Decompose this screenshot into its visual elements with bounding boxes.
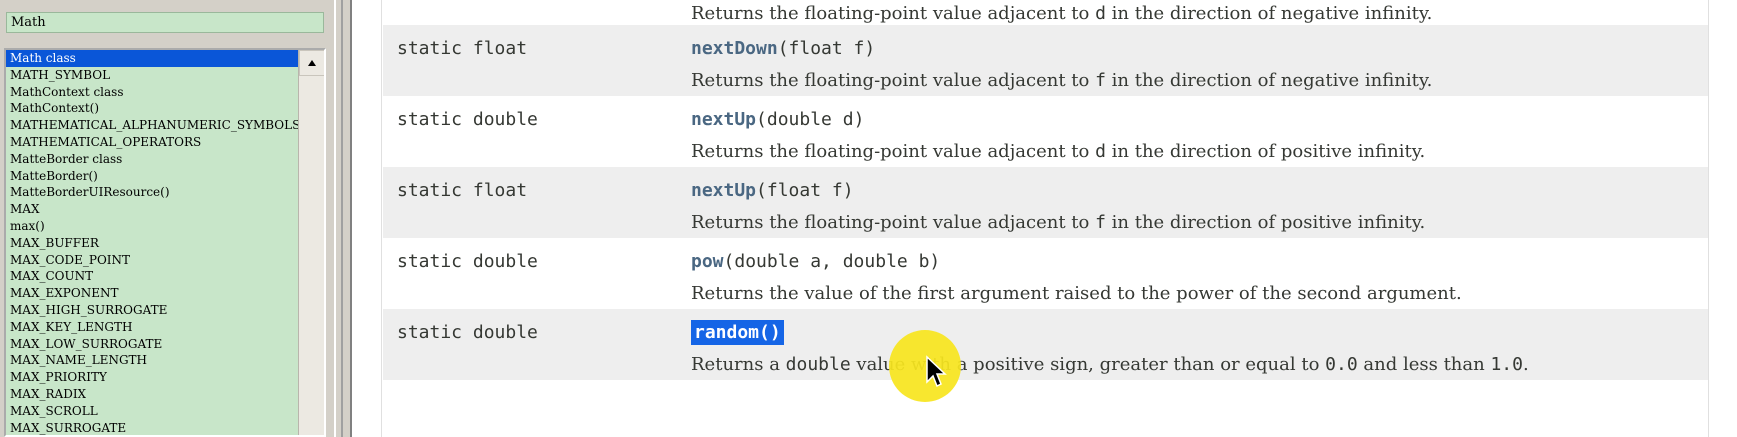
description-text: Returns the floating-point value adjacen… [691, 3, 1096, 24]
description-text: Returns the floating-point value adjacen… [691, 212, 1096, 233]
triangle-up-icon [308, 60, 316, 66]
description-code: d [1095, 141, 1106, 162]
index-item[interactable]: max() [6, 218, 300, 235]
description-code: f [1095, 212, 1106, 233]
index-item[interactable]: MatteBorder class [6, 151, 300, 168]
index-item[interactable]: MATH_SYMBOL [6, 67, 300, 84]
description-text: in the direction of positive infinity. [1105, 141, 1426, 162]
right-margin [1708, 0, 1737, 437]
method-description: Returns the floating-point value adjacen… [691, 212, 1425, 233]
method-signature: pow(double a, double b) [691, 251, 940, 272]
index-item[interactable]: MathContext() [6, 100, 300, 117]
method-description: Returns the floating-point value adjacen… [691, 141, 1425, 162]
description-text: in the direction of negative infinity. [1105, 70, 1433, 91]
description-text: Returns the floating-point value adjacen… [691, 70, 1096, 91]
index-item[interactable]: MAX_SURROGATE [6, 420, 300, 435]
left-margin [352, 0, 382, 437]
index-item[interactable]: MAX_SCROLL [6, 403, 300, 420]
method-signature: nextUp(float f) [691, 180, 854, 201]
method-modifier: static double [397, 109, 538, 130]
index-item[interactable]: MAX_KEY_LENGTH [6, 319, 300, 336]
description-code: d [1095, 3, 1106, 24]
description-code: 0.0 [1325, 354, 1358, 375]
description-text: Returns a [691, 354, 786, 375]
method-params: (double d) [756, 109, 865, 130]
description-text: Returns the value of the first argument … [691, 283, 1462, 304]
method-row: static float nextDown(float f) Returns the… [383, 25, 1708, 96]
index-item[interactable]: MAX_NAME_LENGTH [6, 352, 300, 369]
scroll-up-button[interactable] [299, 50, 324, 76]
index-item[interactable]: MAX [6, 201, 300, 218]
method-description: Returns the floating-point value adjacen… [691, 3, 1432, 24]
method-description: Returns the floating-point value adjacen… [691, 70, 1432, 91]
method-signature: random() [691, 320, 784, 345]
index-item[interactable]: MatteBorderUIResource() [6, 184, 300, 201]
index-item[interactable]: MAX_BUFFER [6, 235, 300, 252]
method-link[interactable]: nextUp [691, 180, 756, 201]
method-signature: nextUp(double d) [691, 109, 864, 130]
index-item[interactable]: MathContext class [6, 84, 300, 101]
index-item[interactable]: MAX_LOW_SURROGATE [6, 336, 300, 353]
method-modifier: static double [397, 251, 538, 272]
method-row: Returns the floating-point value adjacen… [383, 0, 1708, 25]
method-row: static double nextUp(double d) Returns the… [383, 96, 1708, 167]
documentation-pane: Returns the floating-point value adjacen… [352, 0, 1737, 437]
index-item[interactable]: MatteBorder() [6, 168, 300, 185]
method-description: Returns a double value with a positive s… [691, 354, 1529, 375]
method-modifier: static double [397, 322, 538, 343]
index-item[interactable]: MAX_PRIORITY [6, 369, 300, 386]
index-list-scrollbar[interactable] [298, 50, 324, 435]
index-item[interactable]: MAX_EXPONENT [6, 285, 300, 302]
description-code: 1.0 [1490, 354, 1523, 375]
index-item[interactable]: MATHEMATICAL_OPERATORS [6, 134, 300, 151]
description-text: in the direction of positive infinity. [1105, 212, 1426, 233]
description-text: . [1522, 354, 1529, 375]
pane-splitter[interactable] [334, 0, 352, 437]
index-item[interactable]: MAX_RADIX [6, 386, 300, 403]
description-text: in the direction of negative infinity. [1105, 3, 1433, 24]
index-list[interactable]: Math class MATH_SYMBOL MathContext class Ma… [4, 48, 326, 437]
description-code: double [785, 354, 851, 375]
index-pane: Math classMATH_SYMBOLMathContext classMa… [0, 0, 334, 437]
method-summary-table: Returns the floating-point value adjacen… [383, 0, 1708, 437]
description-code: f [1095, 70, 1106, 91]
method-modifier: static float [397, 180, 528, 201]
index-item[interactable]: MAX_COUNT [6, 268, 300, 285]
method-params: (float f) [756, 180, 854, 201]
description-text: and less than [1357, 354, 1491, 375]
index-item[interactable]: MAX_CODE_POINT [6, 252, 300, 269]
method-params: (double a, double b) [723, 251, 941, 272]
method-link[interactable]: pow [691, 251, 724, 272]
method-row: static double pow(double a, double b) Retu… [383, 238, 1708, 309]
index-item[interactable]: MATHEMATICAL_ALPHANUMERIC_SYMBOLS [6, 117, 300, 134]
method-signature: nextDown(float f) [691, 38, 875, 59]
index-search-input[interactable] [6, 12, 324, 33]
description-text: Returns the floating-point value adjacen… [691, 141, 1096, 162]
method-description: Returns the value of the first argument … [691, 283, 1462, 304]
index-item[interactable]: Math class [6, 50, 300, 67]
method-link[interactable]: nextDown [691, 38, 778, 59]
method-link[interactable]: nextUp [691, 109, 756, 130]
mouse-pointer-icon [926, 355, 947, 388]
index-item[interactable]: MAX_HIGH_SURROGATE [6, 302, 300, 319]
method-modifier: static float [397, 38, 528, 59]
method-row: static double random() Returns a double va… [383, 309, 1708, 380]
method-link[interactable]: random() [691, 320, 784, 345]
method-row: static float nextUp(float f) Returns the f… [383, 167, 1708, 238]
method-params: (float f) [777, 38, 876, 59]
